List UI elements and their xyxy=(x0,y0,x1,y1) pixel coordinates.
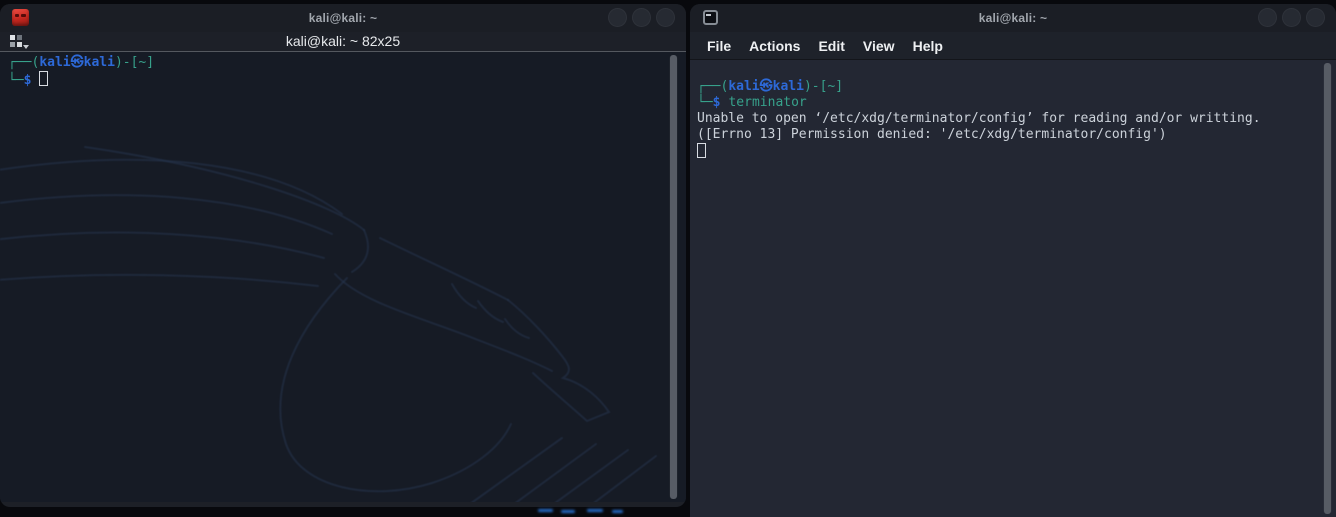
left-scrollbar-thumb[interactable] xyxy=(670,55,677,499)
left-window-titlebar[interactable]: kali@kali: ~ xyxy=(0,4,686,32)
right-window-title: kali@kali: ~ xyxy=(978,11,1048,25)
command-text: terminator xyxy=(728,95,807,110)
right-window-controls xyxy=(1258,8,1325,27)
menu-actions[interactable]: Actions xyxy=(747,38,802,54)
wallpaper-glint xyxy=(587,509,603,512)
wallpaper-glint xyxy=(538,509,553,512)
prompt-line-2: └─$ xyxy=(8,71,686,89)
tab-title[interactable]: kali@kali: ~ 82x25 xyxy=(0,32,686,51)
minimize-button[interactable] xyxy=(608,8,627,27)
close-button[interactable] xyxy=(656,8,675,27)
left-terminal-window: kali@kali: ~ kali@kali: ~ 82x25 ┌──(kali… xyxy=(0,4,686,507)
menu-view[interactable]: View xyxy=(861,38,897,54)
left-window-controls xyxy=(608,8,675,27)
menu-help[interactable]: Help xyxy=(911,38,945,54)
error-line-2: ([Errno 13] Permission denied: '/etc/xdg… xyxy=(697,127,1167,142)
left-window-title: kali@kali: ~ xyxy=(308,11,378,25)
left-scrollbar-track[interactable] xyxy=(669,55,678,499)
right-scrollbar-track[interactable] xyxy=(1323,63,1332,514)
left-terminal-area[interactable]: ┌──(kali㉿kali)-[~] └─$ xyxy=(0,52,686,502)
prompt-line-2: └─$ terminator xyxy=(697,95,807,110)
kali-dragon-watermark xyxy=(0,146,657,502)
left-tab-bar: kali@kali: ~ 82x25 xyxy=(0,32,686,52)
right-terminal-window: kali@kali: ~ File Actions Edit View Help… xyxy=(690,4,1336,517)
maximize-button[interactable] xyxy=(1282,8,1301,27)
wallpaper-glint xyxy=(561,510,575,513)
terminal-cursor xyxy=(697,143,706,158)
menu-bar: File Actions Edit View Help xyxy=(690,32,1336,60)
right-scrollbar-thumb[interactable] xyxy=(1324,63,1331,514)
menu-file[interactable]: File xyxy=(705,38,733,54)
wallpaper-glint xyxy=(612,510,623,513)
right-terminal-text: ┌──(kali㉿kali)-[~] └─$ terminator Unable … xyxy=(690,60,1336,161)
error-line-1: Unable to open ‘/etc/xdg/terminator/conf… xyxy=(697,111,1261,126)
right-window-titlebar[interactable]: kali@kali: ~ xyxy=(690,4,1336,32)
prompt-line-1: ┌──(kali㉿kali)-[~] xyxy=(697,79,844,94)
close-button[interactable] xyxy=(1306,8,1325,27)
left-terminal-text: ┌──(kali㉿kali)-[~] └─$ xyxy=(0,52,686,89)
menu-edit[interactable]: Edit xyxy=(816,38,846,54)
right-terminal-area[interactable]: ┌──(kali㉿kali)-[~] └─$ terminator Unable … xyxy=(690,60,1336,517)
cursor-line xyxy=(697,143,1336,161)
terminal-cursor xyxy=(39,71,49,86)
maximize-button[interactable] xyxy=(632,8,651,27)
minimize-button[interactable] xyxy=(1258,8,1277,27)
prompt-line-1: ┌──(kali㉿kali)-[~] xyxy=(8,55,155,70)
